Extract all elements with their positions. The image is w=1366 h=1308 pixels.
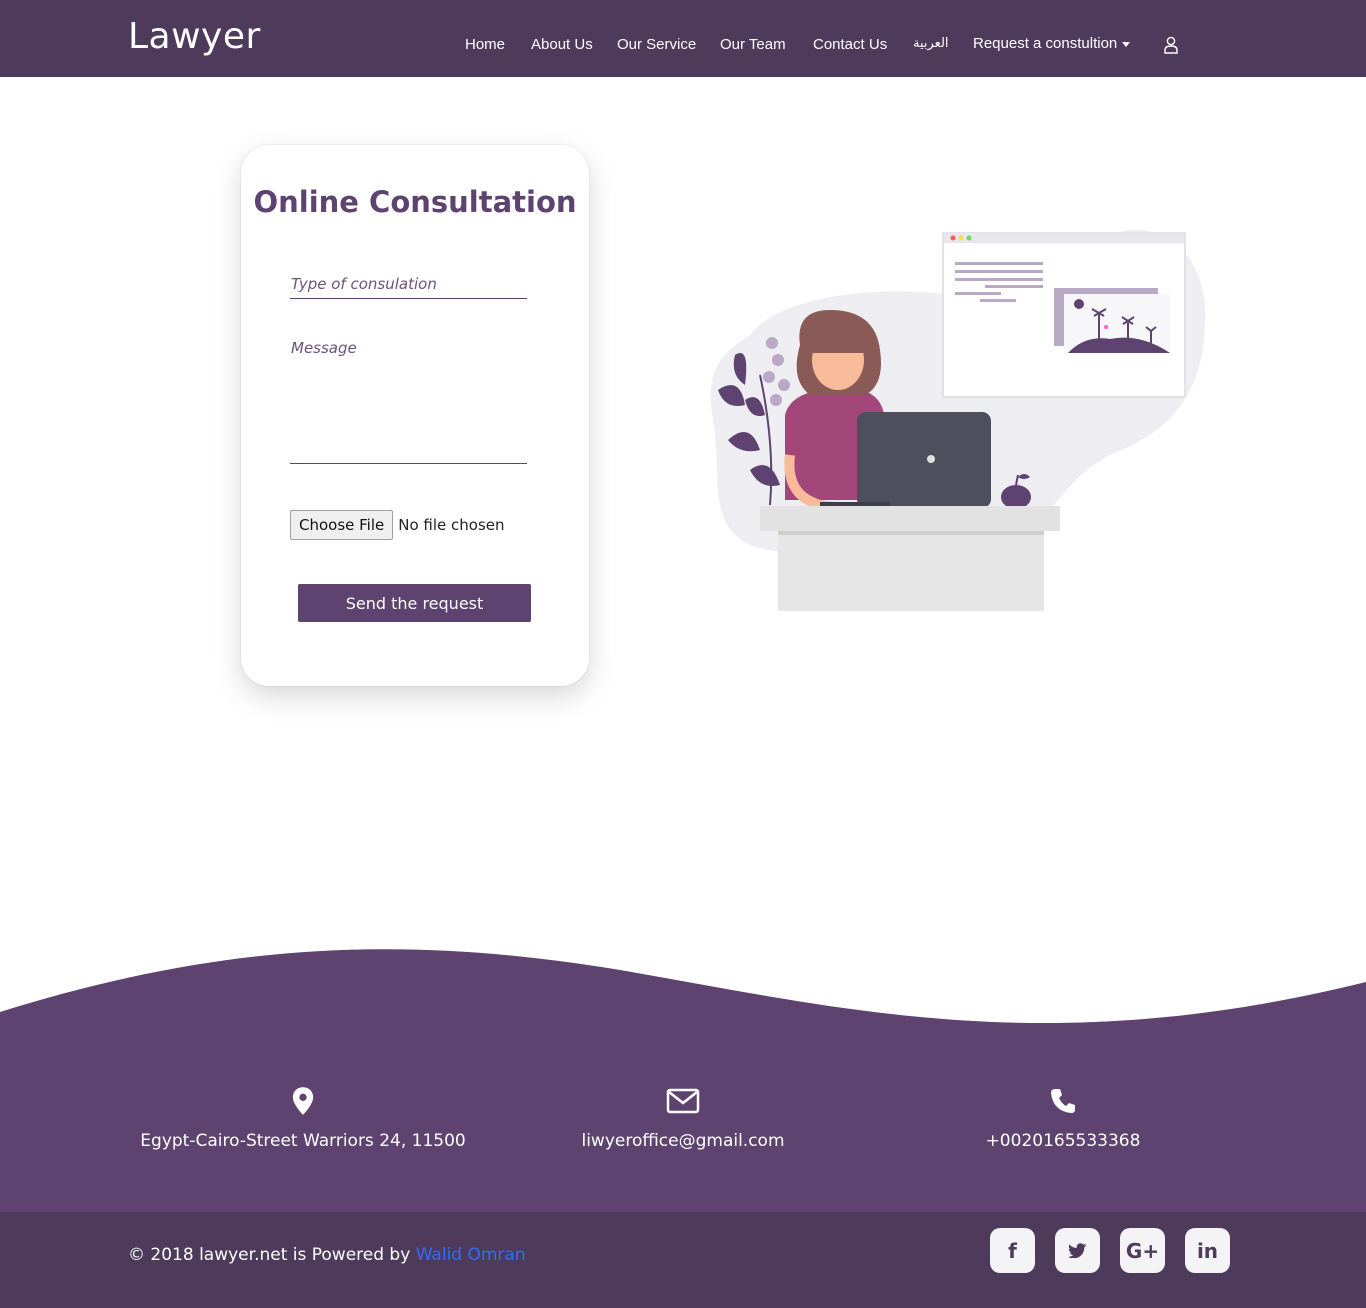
desk-shadow bbox=[778, 531, 1044, 535]
twitter-icon bbox=[1068, 1243, 1086, 1258]
send-request-button[interactable]: Send the request bbox=[298, 584, 531, 622]
facebook-button[interactable]: f bbox=[990, 1228, 1035, 1273]
woman-at-laptop-illustration bbox=[710, 229, 1206, 611]
footer-contact: Egypt-Cairo-Street Warriors 24, 11500 li… bbox=[0, 1035, 1366, 1212]
nav-our-service[interactable]: Our Service bbox=[617, 36, 696, 53]
copyright-prefix: © 2018 lawyer.net is Powered by bbox=[128, 1245, 416, 1265]
linkedin-icon: in bbox=[1196, 1238, 1219, 1263]
footer-wave bbox=[0, 949, 1366, 1040]
twitter-button[interactable] bbox=[1055, 1228, 1100, 1273]
google-plus-icon: G+ bbox=[1125, 1238, 1160, 1263]
person-dot bbox=[1104, 325, 1108, 329]
plant-bud bbox=[772, 354, 784, 366]
user-icon[interactable] bbox=[1163, 36, 1179, 54]
phone-icon bbox=[1051, 1089, 1075, 1113]
consultation-type-input[interactable] bbox=[290, 269, 527, 299]
footer-phone: +0020165533368 bbox=[863, 1085, 1263, 1151]
text-line bbox=[985, 285, 1043, 288]
choose-file-button[interactable]: Choose File bbox=[290, 510, 394, 540]
copyright-text: © 2018 lawyer.net is Powered by Walid Om… bbox=[128, 1245, 526, 1265]
message-textarea[interactable] bbox=[290, 339, 527, 464]
nav-request-label: Request a constultion bbox=[973, 35, 1118, 52]
author-link[interactable]: Walid Omran bbox=[416, 1245, 526, 1265]
browser-dot-red bbox=[950, 235, 956, 241]
top-navbar: Lawyer Home About Us Our Service Our Tea… bbox=[0, 0, 1366, 77]
footer-email: liwyeroffice@gmail.com bbox=[483, 1085, 883, 1151]
address-text: Egypt-Cairo-Street Warriors 24, 11500 bbox=[140, 1131, 466, 1151]
nav-request-dropdown[interactable]: Request a constultion bbox=[973, 35, 1131, 52]
envelope-icon bbox=[666, 1088, 700, 1114]
file-status-text: No file chosen bbox=[398, 516, 505, 534]
file-upload: Choose File No file chosen bbox=[290, 510, 505, 540]
desk-body bbox=[778, 531, 1044, 611]
sun-icon bbox=[1074, 299, 1084, 309]
text-line bbox=[955, 270, 1043, 273]
text-line bbox=[955, 262, 1043, 265]
nav-contact-us[interactable]: Contact Us bbox=[813, 36, 887, 53]
text-line bbox=[955, 292, 1001, 295]
map-pin-icon bbox=[292, 1087, 314, 1115]
nav-about-us[interactable]: About Us bbox=[531, 36, 593, 53]
woman-bangs bbox=[808, 323, 865, 353]
consultation-form-card: Online Consultation Choose File No file … bbox=[241, 145, 589, 686]
phone-text: +0020165533368 bbox=[985, 1131, 1141, 1151]
linkedin-button[interactable]: in bbox=[1185, 1228, 1230, 1273]
plant-bud bbox=[778, 379, 790, 391]
laptop-logo bbox=[927, 455, 935, 463]
plant-bud bbox=[770, 394, 782, 406]
plant-bud bbox=[766, 337, 778, 349]
nav-arabic-language[interactable]: العربية bbox=[913, 35, 949, 51]
nav-links: Home About Us Our Service Our Team Conta… bbox=[0, 35, 1366, 60]
email-text: liwyeroffice@gmail.com bbox=[581, 1131, 785, 1151]
browser-dot-yellow bbox=[958, 235, 964, 241]
browser-dot-green bbox=[966, 235, 972, 241]
footer-address: Egypt-Cairo-Street Warriors 24, 11500 bbox=[103, 1085, 503, 1151]
google-plus-button[interactable]: G+ bbox=[1120, 1228, 1165, 1273]
footer-bottom-bar: © 2018 lawyer.net is Powered by Walid Om… bbox=[0, 1212, 1366, 1308]
facebook-icon: f bbox=[1008, 1238, 1017, 1263]
laptop bbox=[857, 412, 991, 508]
chevron-down-icon bbox=[1122, 41, 1131, 47]
apple-icon bbox=[1001, 485, 1031, 509]
form-title: Online Consultation bbox=[253, 185, 577, 219]
text-line bbox=[955, 278, 1043, 281]
plant-bud bbox=[763, 371, 775, 383]
nav-home[interactable]: Home bbox=[465, 36, 505, 53]
nav-our-team[interactable]: Our Team bbox=[720, 36, 786, 53]
browser-titlebar bbox=[943, 233, 1185, 243]
text-line bbox=[980, 299, 1016, 302]
desk-top bbox=[760, 506, 1060, 531]
